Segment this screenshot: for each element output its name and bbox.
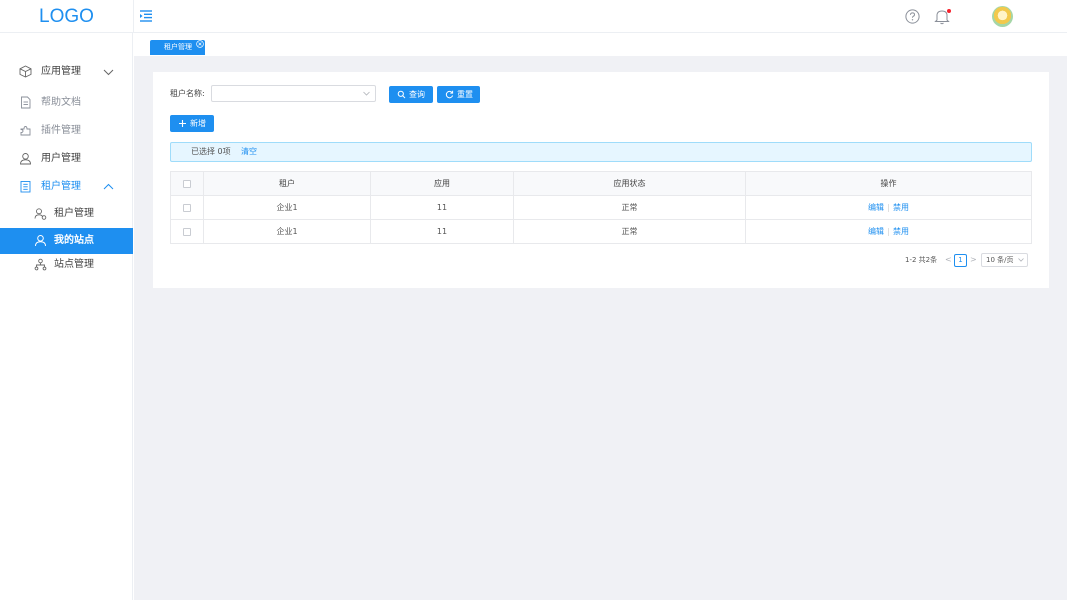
chevron-up-icon[interactable]: [103, 182, 114, 192]
select-all-checkbox[interactable]: [183, 179, 191, 188]
sidebar-item-label: 帮助文档: [41, 97, 81, 108]
top-header: LOGO: [0, 0, 1067, 33]
table-header-row: 租户 应用 应用状态 操作: [170, 171, 1032, 196]
column-header: 租户: [203, 171, 371, 196]
sidebar-item-label: 租户管理: [54, 208, 94, 219]
disable-link[interactable]: 禁用: [893, 203, 909, 212]
sidebar-subitem-my-sites[interactable]: 我的站点: [0, 228, 133, 254]
edit-link[interactable]: 编辑: [868, 203, 884, 212]
sidebar-item-label: 我的站点: [54, 235, 94, 246]
select-all-cell: [170, 171, 204, 196]
building-icon: [20, 181, 31, 193]
pagination-page-button[interactable]: 1: [954, 254, 967, 267]
apps-cell: 11: [370, 195, 514, 220]
tenant-cell: 企业1: [203, 195, 371, 220]
edit-link[interactable]: 编辑: [868, 227, 884, 236]
sitemap-icon: [34, 258, 47, 271]
divider: [133, 0, 134, 33]
tenant-name-select[interactable]: [211, 85, 376, 102]
chevron-down-icon: [1018, 258, 1024, 262]
disable-link[interactable]: 禁用: [893, 227, 909, 236]
close-icon[interactable]: [196, 40, 204, 48]
sidebar-item-users[interactable]: 用户管理: [0, 146, 133, 172]
sidebar-item-label: 站点管理: [54, 259, 94, 270]
sidebar-item-tenant-management[interactable]: 租户管理: [0, 174, 133, 200]
sidebar-item-app-management[interactable]: 应用管理: [0, 59, 133, 85]
refresh-icon: [445, 90, 454, 99]
tenant-name-label: 租户名称:: [170, 89, 205, 98]
pagination-total: 1-2 共2条: [905, 256, 938, 264]
table-row: 企业1 11 正常 编辑 禁用: [170, 219, 1032, 244]
pagination-next-button[interactable]: >: [970, 255, 977, 265]
apps-cell: 11: [370, 219, 514, 244]
tenant-cell: 企业1: [203, 219, 371, 244]
divider: [888, 227, 889, 236]
sidebar-subitem-site-management[interactable]: 站点管理: [0, 252, 133, 278]
sidebar-subitem-tenant-management[interactable]: 租户管理: [0, 201, 133, 227]
avatar[interactable]: [992, 6, 1013, 27]
status-cell: 正常: [513, 219, 746, 244]
sidebar-item-label: 租户管理: [41, 181, 81, 192]
menu-fold-icon[interactable]: [139, 9, 153, 23]
sidebar-item-label: 插件管理: [41, 125, 81, 136]
question-circle-icon[interactable]: [905, 9, 920, 24]
plus-icon: [179, 120, 186, 127]
chevron-down-icon[interactable]: [103, 67, 114, 77]
cube-icon: [19, 65, 32, 78]
row-checkbox[interactable]: [183, 203, 191, 212]
tab-bar: [134, 33, 1067, 56]
sidebar-item-plugins[interactable]: 插件管理: [0, 118, 133, 144]
query-button[interactable]: 查询: [389, 86, 433, 103]
add-button[interactable]: 新增: [170, 115, 214, 132]
row-checkbox[interactable]: [183, 227, 191, 236]
actions-cell: 编辑 禁用: [745, 195, 1032, 220]
search-icon: [397, 90, 406, 99]
actions-cell: 编辑 禁用: [745, 219, 1032, 244]
user-icon: [20, 153, 31, 165]
row-select-cell: [170, 195, 204, 220]
tenant-table: 租户 应用 应用状态 操作 企业1 11 正常 编辑 禁用 企业1 11 正常 编…: [170, 171, 1032, 244]
logo: LOGO: [39, 6, 94, 27]
selection-count: 已选择 0项: [191, 147, 231, 156]
table-row: 企业1 11 正常 编辑 禁用: [170, 195, 1032, 220]
column-header: 应用状态: [513, 171, 746, 196]
row-select-cell: [170, 219, 204, 244]
clear-selection-link[interactable]: 清空: [241, 143, 257, 161]
status-cell: 正常: [513, 195, 746, 220]
sidebar-item-help-docs[interactable]: 帮助文档: [0, 90, 133, 116]
divider: [888, 203, 889, 212]
reset-button[interactable]: 重置: [437, 86, 480, 103]
pagination-prev-button[interactable]: <: [945, 255, 952, 265]
notification-dot: [947, 9, 951, 13]
column-header: 操作: [745, 171, 1032, 196]
user-icon: [35, 235, 46, 247]
selection-alert: 已选择 0项 清空: [170, 142, 1032, 162]
chevron-down-icon: [363, 91, 370, 96]
column-header: 应用: [370, 171, 514, 196]
sidebar-item-label: 应用管理: [41, 66, 81, 77]
document-icon: [21, 96, 31, 109]
plugin-icon: [20, 126, 31, 136]
sidebar-item-label: 用户管理: [41, 153, 81, 164]
sidebar: 应用管理 帮助文档 插件管理 用户管理 租户管理 租户管理 我的站点 站点管理: [0, 33, 133, 600]
user-group-icon: [34, 208, 47, 220]
